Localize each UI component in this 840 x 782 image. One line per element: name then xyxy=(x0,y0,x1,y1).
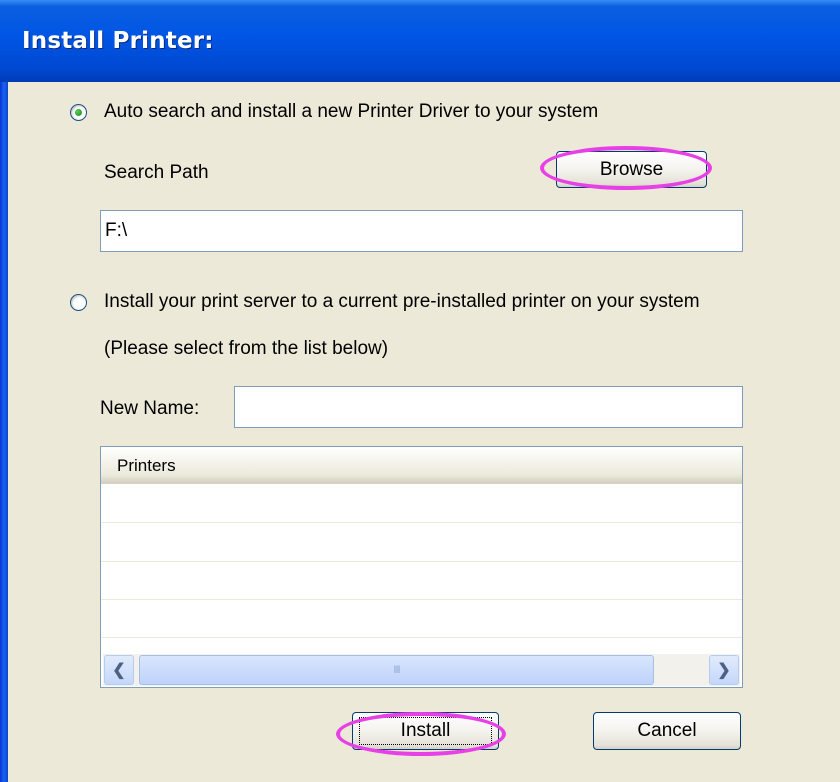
cancel-button-label: Cancel xyxy=(637,720,697,741)
browse-button[interactable]: Browse xyxy=(556,151,707,188)
printers-list[interactable]: Printers ❮ III ❯ xyxy=(100,446,743,688)
horizontal-scrollbar[interactable]: ❮ III ❯ xyxy=(103,654,740,686)
browse-button-label: Browse xyxy=(599,158,664,180)
list-row-divider xyxy=(101,599,742,600)
radio-install-existing[interactable] xyxy=(70,294,87,311)
radio-auto-search-label[interactable]: Auto search and install a new Printer Dr… xyxy=(104,101,598,123)
title-bar[interactable]: Install Printer: xyxy=(0,0,840,82)
scroll-right-button[interactable]: ❯ xyxy=(709,655,739,685)
printers-column-label: Printers xyxy=(117,456,176,475)
radio-install-existing-label[interactable]: Install your print server to a current p… xyxy=(104,291,700,313)
search-path-input[interactable] xyxy=(100,210,743,252)
window-title: Install Printer: xyxy=(22,28,214,54)
window-frame-left xyxy=(0,82,8,782)
install-printer-dialog: Install Printer: Auto search and install… xyxy=(0,0,840,782)
focus-indicator xyxy=(359,717,492,745)
select-from-list-hint: (Please select from the list below) xyxy=(104,338,389,359)
scrollbar-thumb[interactable]: III xyxy=(139,655,654,685)
cancel-button[interactable]: Cancel xyxy=(593,712,741,750)
thumb-grip: III xyxy=(393,664,400,676)
search-path-label: Search Path xyxy=(104,162,209,183)
list-row-divider xyxy=(101,522,742,523)
new-name-label: New Name: xyxy=(100,398,200,419)
radio-auto-search[interactable] xyxy=(70,104,87,121)
chevron-left-icon: ❮ xyxy=(112,662,126,679)
list-row-divider xyxy=(101,561,742,562)
install-button[interactable]: Install xyxy=(352,712,499,750)
scroll-left-button[interactable]: ❮ xyxy=(104,655,134,685)
radio-selected-dot xyxy=(75,109,82,116)
new-name-input[interactable] xyxy=(234,386,743,428)
chevron-right-icon: ❯ xyxy=(717,662,731,679)
list-row-divider xyxy=(101,637,742,638)
printers-column-header[interactable]: Printers xyxy=(101,447,742,484)
